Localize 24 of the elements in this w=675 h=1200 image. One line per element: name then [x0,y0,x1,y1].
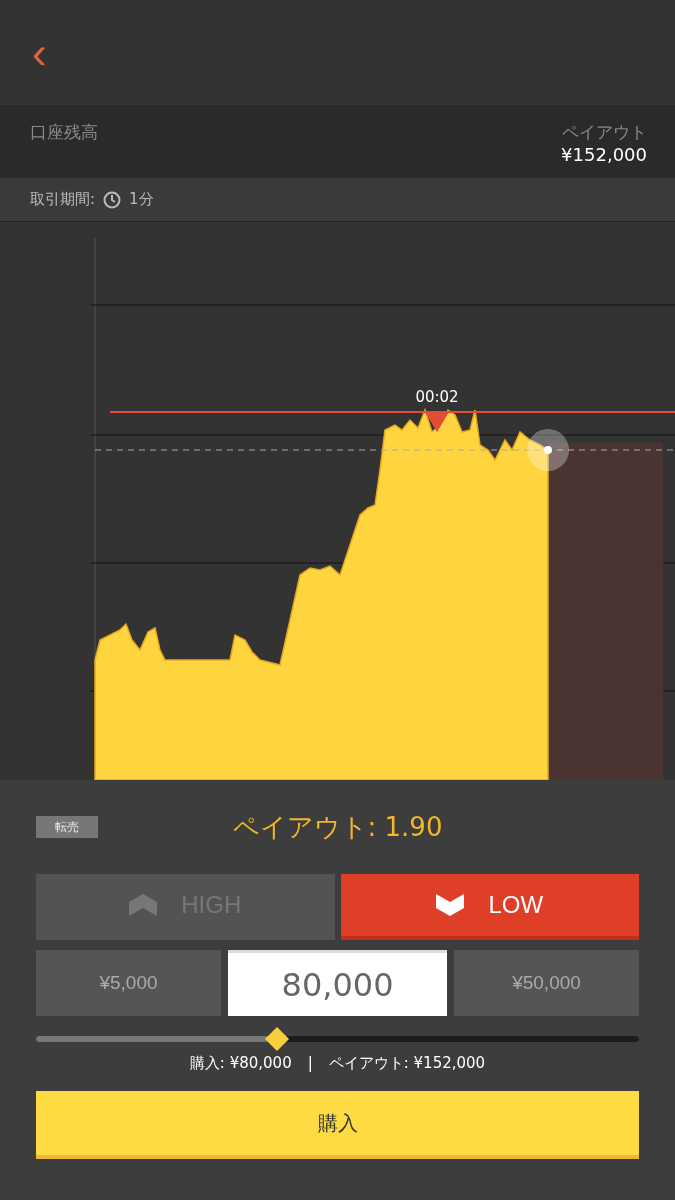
chevron-up-icon [129,894,158,916]
increase-amount-button[interactable]: ¥50,000 [454,950,639,1016]
slider-thumb[interactable] [265,1027,290,1051]
payout-label: ペイアウト [562,121,647,144]
payout-summary: ペイアウト: ¥152,000 [328,1054,486,1073]
clock-icon [103,190,122,209]
payout-value: ¥152,000 [561,144,647,165]
purchase-summary: 購入: ¥80,000 [189,1054,292,1073]
amount-slider[interactable] [36,1027,639,1051]
direction-button[interactable]: LOW [340,874,639,940]
amount-input[interactable]: 80,000 [228,950,447,1016]
entry-time: 00:02 [415,388,459,406]
decrease-amount-button[interactable]: ¥5,000 [36,950,221,1016]
period-label: 取引期間: [30,190,96,209]
balance-label: 口座残高 [30,121,98,144]
entry-marker-icon [425,412,449,432]
buy-button[interactable]: 購入 [36,1091,639,1159]
period-value: 1分 [129,190,154,209]
chevron-down-icon [436,894,465,916]
resell-button[interactable]: 転売 [36,816,98,838]
payout-rate: ペイアウト: 1.90 [231,810,444,844]
current-price-dot-icon [527,429,569,471]
separator: | [307,1054,313,1073]
back-button[interactable]: ‹ [26,30,53,75]
